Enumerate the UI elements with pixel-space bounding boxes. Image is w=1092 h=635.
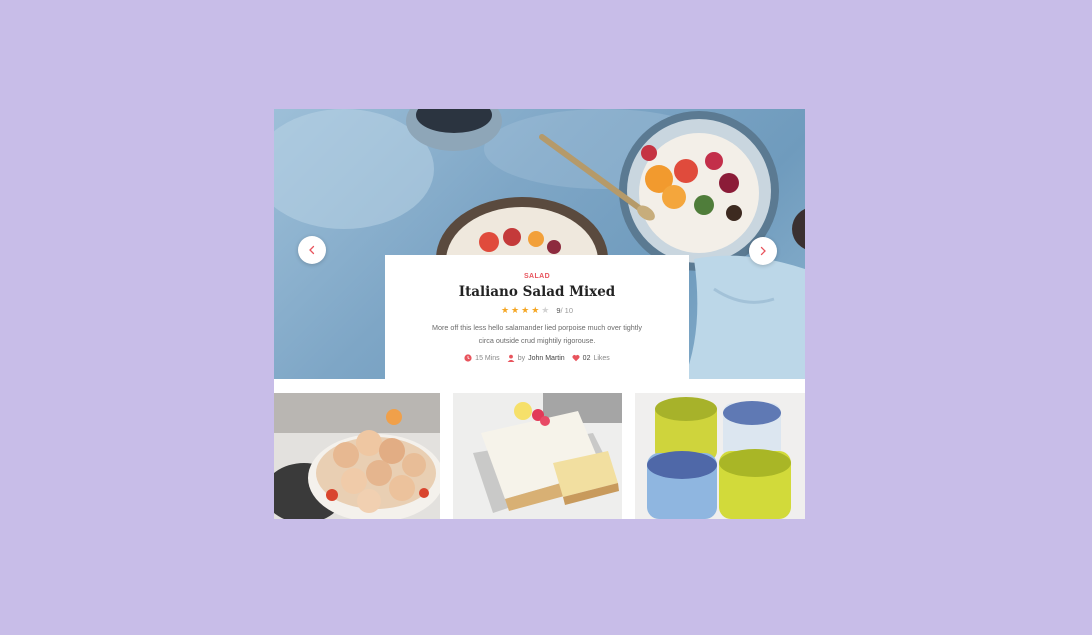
thumbnail-macarons[interactable] — [274, 393, 440, 519]
user-icon — [507, 354, 515, 362]
recipe-title[interactable]: Italiano Salad Mixed — [385, 284, 689, 300]
thumbnail-smoothies[interactable] — [635, 393, 805, 519]
glazed-loaf-cake-image — [453, 393, 622, 519]
recipe-likes[interactable]: 02 Likes — [572, 354, 610, 362]
recipe-meta: 15 Mins by John Martin 02 Likes — [385, 354, 689, 362]
clock-icon — [464, 354, 472, 362]
next-slide-button[interactable] — [749, 237, 777, 265]
recipe-slider: SALAD Italiano Salad Mixed ★ ★ ★ ★ ★ 9/ … — [274, 109, 805, 519]
chevron-left-icon — [309, 245, 315, 255]
thumbnail-loaf-cake[interactable] — [453, 393, 622, 519]
star-icon: ★ — [511, 305, 520, 315]
macarons-bowl-image — [274, 393, 440, 519]
star-icon: ★ — [500, 305, 510, 315]
prev-slide-button[interactable] — [298, 236, 326, 264]
hero-image: SALAD Italiano Salad Mixed ★ ★ ★ ★ ★ 9/ … — [274, 109, 805, 379]
recipe-rating: ★ ★ ★ ★ ★ 9/ 10 — [385, 305, 689, 316]
smoothie-glasses-image — [635, 393, 805, 519]
star-icon: ★ — [521, 305, 530, 315]
rating-score: 9/ 10 — [556, 306, 574, 315]
recipe-author[interactable]: by John Martin — [507, 354, 565, 362]
star-icon: ★ — [541, 305, 550, 315]
recipe-description: More off this less hello salamander lied… — [431, 323, 642, 345]
star-icon: ★ — [531, 305, 540, 315]
chevron-right-icon — [760, 246, 766, 256]
recipe-category[interactable]: SALAD — [385, 273, 689, 280]
heart-icon — [572, 355, 580, 362]
cook-time: 15 Mins — [464, 354, 500, 362]
recipe-card: SALAD Italiano Salad Mixed ★ ★ ★ ★ ★ 9/ … — [385, 255, 689, 379]
